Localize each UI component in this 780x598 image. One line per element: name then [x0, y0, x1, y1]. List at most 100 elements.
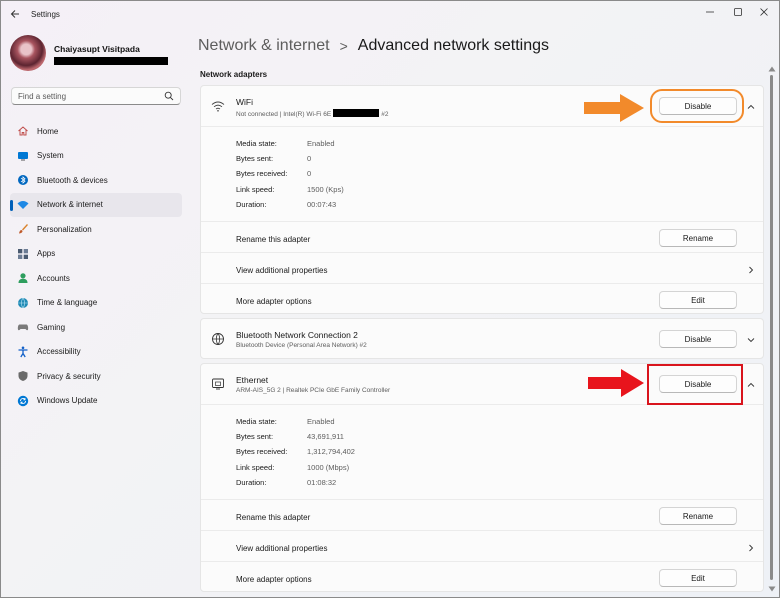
orange-highlight-annotation [650, 89, 744, 123]
prop-value: 1500 (Kps) [307, 185, 344, 194]
chevron-up-icon[interactable] [746, 380, 756, 390]
divider [201, 499, 763, 500]
chevron-right-icon[interactable] [746, 265, 756, 275]
scrollbar[interactable] [770, 75, 773, 580]
page-title: Advanced network settings [357, 37, 550, 54]
sidebar-item-label: Gaming [37, 322, 66, 332]
adapter-description-suffix: #2 [381, 111, 389, 118]
view-properties-label[interactable]: View additional properties [236, 266, 327, 275]
breadcrumb-parent[interactable]: Network & internet [198, 37, 330, 55]
divider [201, 252, 763, 253]
sidebar-item-personalization[interactable]: Personalization [10, 217, 182, 242]
home-icon [18, 126, 28, 136]
sidebar-item-apps[interactable]: Apps [10, 242, 182, 267]
adapter-name: Bluetooth Network Connection 2 [236, 330, 358, 340]
redacted-email [54, 57, 168, 65]
ethernet-rename-button[interactable]: Rename [659, 507, 737, 525]
sidebar-item-accounts[interactable]: Accounts [10, 266, 182, 291]
network-icon [17, 200, 29, 209]
wifi-edit-button[interactable]: Edit [659, 291, 737, 309]
chevron-down-icon[interactable] [746, 335, 756, 345]
back-arrow-icon[interactable] [9, 8, 21, 20]
sidebar-item-home[interactable]: Home [10, 119, 182, 144]
section-title: Network adapters [200, 70, 268, 79]
sidebar-item-label: Bluetooth & devices [37, 175, 108, 185]
globe-icon [18, 297, 28, 308]
prop-label: Bytes sent: [236, 154, 274, 163]
view-properties-label[interactable]: View additional properties [236, 544, 327, 553]
app-title: Settings [31, 10, 60, 19]
search-icon[interactable] [164, 91, 174, 101]
divider [201, 283, 763, 284]
search-input[interactable] [18, 90, 158, 103]
accessibility-icon [18, 346, 28, 358]
adapter-description: Bluetooth Device (Personal Area Network)… [236, 342, 367, 349]
user-profile[interactable]: Chaiyasupt Visitpada [10, 35, 190, 75]
breadcrumb: Network & internet > Advanced network se… [198, 37, 549, 55]
red-highlight-annotation [647, 364, 743, 405]
sidebar-item-label: Windows Update [37, 396, 98, 406]
prop-label: Bytes received: [236, 447, 288, 456]
avatar [10, 35, 46, 71]
sidebar-item-label: Accessibility [37, 347, 81, 357]
redacted-model [333, 109, 380, 117]
maximize-button[interactable] [729, 5, 747, 19]
close-icon [760, 8, 768, 16]
divider [201, 561, 763, 562]
sidebar-item-privacy[interactable]: Privacy & security [10, 364, 182, 389]
title-bar: Settings [0, 0, 780, 28]
divider [201, 221, 763, 222]
scroll-down-icon[interactable] [768, 586, 776, 592]
prop-value: 43,691,911 [307, 432, 344, 441]
ethernet-edit-button[interactable]: Edit [659, 569, 737, 587]
sidebar-item-gaming[interactable]: Gaming [10, 315, 182, 340]
sidebar-item-label: Personalization [37, 224, 92, 234]
prop-label: Link speed: [236, 463, 275, 472]
sidebar-item-bluetooth[interactable]: Bluetooth & devices [10, 168, 182, 193]
prop-value: 00:07:43 [307, 200, 337, 209]
adapter-name: Ethernet [236, 375, 269, 385]
search-box[interactable] [11, 87, 181, 105]
bluetooth-adapter-card: Bluetooth Network Connection 2 Bluetooth… [200, 318, 764, 359]
wifi-icon [211, 101, 225, 112]
profile-name: Chaiyasupt Visitpada [54, 44, 140, 54]
minimize-button[interactable] [701, 5, 719, 19]
bluetooth-adapter-header[interactable]: Bluetooth Network Connection 2 Bluetooth… [201, 319, 763, 359]
sidebar-item-system[interactable]: System [10, 144, 182, 169]
chevron-right-icon[interactable] [746, 543, 756, 553]
scroll-up-icon[interactable] [768, 66, 776, 72]
apps-icon [18, 248, 28, 259]
prop-label: Duration: [236, 200, 267, 209]
sidebar-item-time-language[interactable]: Time & language [10, 291, 182, 316]
system-icon [18, 151, 28, 161]
prop-label: Bytes received: [236, 169, 288, 178]
bluetooth-disable-button[interactable]: Disable [659, 330, 737, 348]
more-options-label: More adapter options [236, 575, 312, 584]
sidebar-item-label: Home [37, 126, 59, 136]
close-button[interactable] [755, 5, 773, 19]
rename-adapter-label: Rename this adapter [236, 235, 311, 244]
adapter-description: ARM-AIS_5G 2 | Realtek PCIe GbE Family C… [236, 387, 391, 394]
sidebar-item-network[interactable]: Network & internet [10, 192, 182, 217]
adapter-description-prefix: Not connected | Intel(R) Wi-Fi 6E [236, 111, 332, 118]
sidebar-item-accessibility[interactable]: Accessibility [10, 340, 182, 365]
prop-value: 1000 (Mbps) [307, 463, 350, 472]
chevron-up-icon[interactable] [746, 102, 756, 112]
divider [201, 126, 763, 127]
sidebar-item-label: Privacy & security [37, 371, 101, 381]
prop-label: Link speed: [236, 185, 275, 194]
divider [201, 530, 763, 531]
sidebar-nav: Home System Bluetooth & devices Network … [10, 119, 182, 413]
sidebar-item-label: System [37, 151, 64, 161]
prop-label: Media state: [236, 417, 277, 426]
globe-network-icon [212, 333, 224, 345]
update-icon [17, 395, 29, 406]
prop-label: Bytes sent: [236, 432, 274, 441]
gaming-icon [17, 324, 29, 331]
sidebar-item-windows-update[interactable]: Windows Update [10, 389, 182, 414]
accounts-icon [18, 273, 28, 284]
prop-value: 0 [307, 154, 312, 163]
breadcrumb-separator: > [339, 38, 348, 54]
wifi-rename-button[interactable]: Rename [659, 229, 737, 247]
prop-value: 0 [307, 169, 312, 178]
